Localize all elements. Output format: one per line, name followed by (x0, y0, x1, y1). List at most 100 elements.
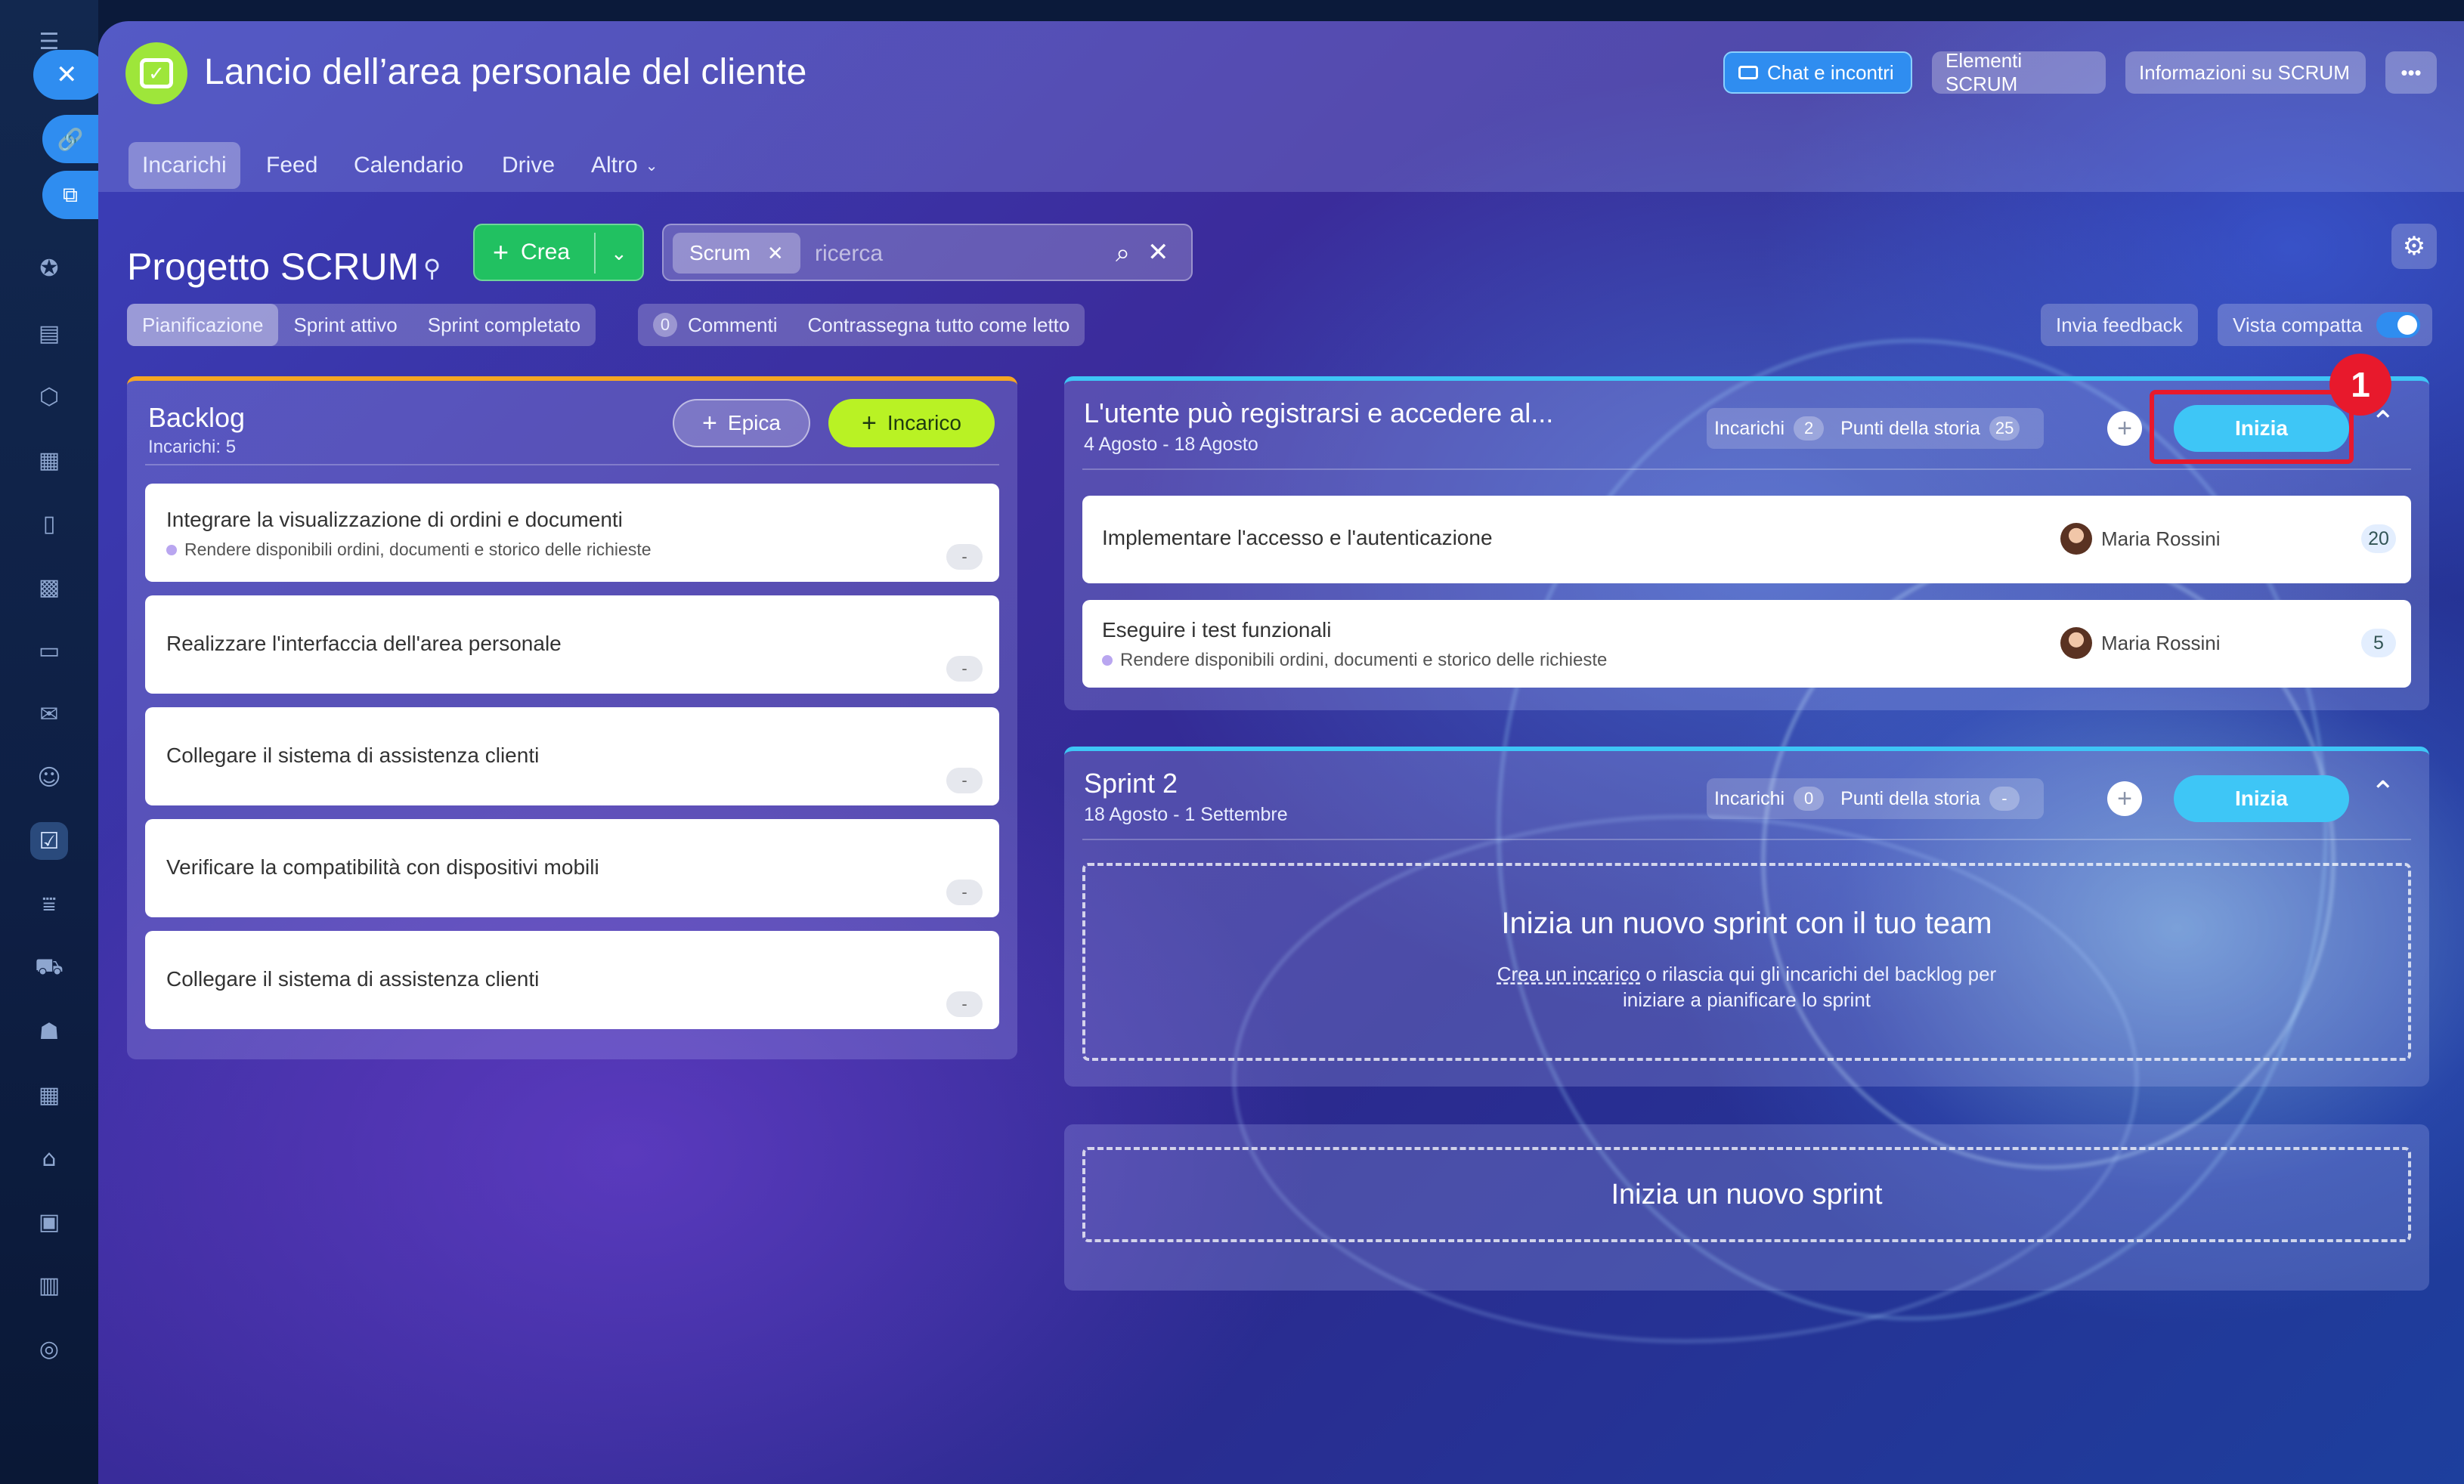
tab-drive[interactable]: Drive (502, 142, 555, 189)
backlog-column: Backlog Incarichi: 5 + Epica + Incarico … (127, 376, 1017, 1059)
compact-view-label: Vista compatta (2233, 313, 2363, 336)
chevron-down-icon[interactable]: ⌄ (611, 242, 627, 265)
search-filter-box[interactable]: Scrum ✕ ⌕ ✕ (662, 224, 1193, 281)
tab-calendario[interactable]: Calendario (354, 142, 463, 189)
sidebar-item-contacts[interactable]: ☺ (30, 759, 68, 796)
tasks-count: 2 (1794, 416, 1825, 441)
sidebar-item-bot[interactable]: ☗ (30, 1013, 68, 1050)
create-button[interactable]: + Crea ⌄ (473, 224, 644, 281)
tasks-label: Incarichi (1714, 787, 1785, 809)
story-points[interactable]: - (946, 544, 983, 570)
sidebar-item-funnel[interactable]: ⩸ (30, 886, 68, 923)
chat-meetings-button[interactable]: Chat e incontri (1723, 51, 1912, 94)
search-icon[interactable]: ⌕ (1116, 239, 1130, 268)
annotation-highlight (2150, 390, 2354, 464)
backlog-item[interactable]: Integrare la visualizzazione di ordini e… (145, 484, 999, 582)
sidebar-item-calendar[interactable]: ▦ (30, 441, 68, 479)
sidebar-item-files[interactable]: ▯ (30, 505, 68, 543)
plus-icon: + (702, 408, 717, 437)
mark-all-read-button[interactable]: Contrassegna tutto come letto (792, 304, 1085, 346)
sprint-task[interactable]: Eseguire i test funzionali Rendere dispo… (1082, 600, 2411, 688)
plus-icon: + (2117, 784, 2132, 813)
sidebar-item-chat[interactable]: ▣ (30, 1203, 68, 1241)
sprint-task[interactable]: Implementare l'accesso e l'autenticazion… (1082, 496, 2411, 583)
new-sprint-button[interactable]: Inizia un nuovo sprint (1082, 1147, 2411, 1242)
more-button[interactable]: ••• (2385, 51, 2437, 94)
view-sprint-attivo[interactable]: Sprint attivo (278, 304, 412, 346)
backlog-item[interactable]: Verificare la compatibilità con disposit… (145, 819, 999, 917)
backlog-item[interactable]: Collegare il sistema di assistenza clien… (145, 931, 999, 1029)
backlog-item[interactable]: Collegare il sistema di assistenza clien… (145, 707, 999, 805)
pin-icon[interactable]: ⚲ (423, 254, 441, 283)
sidebar-item-rocket[interactable]: ✪ (30, 249, 68, 287)
search-input[interactable] (815, 234, 1102, 274)
sidebar-item-bank[interactable]: ⌂ (30, 1139, 68, 1177)
sidebar-item-shop[interactable]: ⛟ (30, 949, 68, 987)
create-divider (594, 233, 596, 274)
scrum-info-button[interactable]: Informazioni su SCRUM (2125, 51, 2366, 94)
send-feedback-button[interactable]: Invia feedback (2041, 304, 2198, 346)
add-epic-button[interactable]: + Epica (673, 399, 810, 447)
divider (145, 464, 999, 465)
clear-search-icon[interactable]: ✕ (1147, 237, 1169, 267)
add-task-to-sprint-button[interactable]: + (2107, 781, 2142, 816)
filter-chip-label: Scrum (689, 241, 751, 264)
project-title: Lancio dell’area personale del cliente (204, 52, 807, 92)
points-count: - (1989, 787, 2020, 811)
plus-icon: + (493, 237, 509, 267)
avatar[interactable] (2060, 523, 2092, 555)
compact-view-toggle[interactable] (2376, 312, 2420, 338)
sidebar-item-library[interactable]: ▥ (30, 1266, 68, 1304)
sidebar-item-mail[interactable]: ✉ (30, 695, 68, 733)
sprint-title[interactable]: Sprint 2 (1084, 768, 1178, 799)
divider (1082, 839, 2411, 840)
scrum-project-panel: ✓ Lancio dell’area personale del cliente… (98, 21, 2464, 1484)
open-new-window-button[interactable]: ⧉ (42, 171, 98, 219)
sprint-stats: Incarichi 2 Punti della storia 25 (1707, 408, 2045, 449)
sidebar-item-documents[interactable]: ▤ (30, 314, 68, 352)
comments-button[interactable]: 0 Commenti (638, 304, 792, 346)
story-points[interactable]: - (946, 991, 983, 1017)
sidebar-item-schedule[interactable]: ▦ (30, 1076, 68, 1114)
scrum-elements-button[interactable]: Elementi SCRUM (1932, 49, 2106, 95)
add-task-button[interactable]: + Incarico (828, 399, 995, 447)
view-pianificazione[interactable]: Pianificazione (127, 304, 279, 346)
start-sprint-button[interactable]: Inizia (2174, 775, 2349, 822)
sidebar-item-settings[interactable]: ⬡ (30, 378, 68, 416)
sprint-title[interactable]: L'utente può registrarsi e accedere al..… (1084, 397, 1553, 429)
create-task-link[interactable]: Crea un incarico (1497, 963, 1640, 985)
view-sprint-completato[interactable]: Sprint completato (413, 304, 596, 346)
task-title: Integrare la visualizzazione di ordini e… (166, 508, 623, 531)
tab-label: Incarichi (142, 153, 227, 178)
close-slider-button[interactable]: ✕ (33, 50, 106, 100)
external-link-icon: ⧉ (63, 182, 78, 206)
story-points[interactable]: 20 (2361, 524, 2396, 553)
collapse-chevron-icon[interactable]: ⌃ (2370, 775, 2396, 810)
sidebar-item-tasks[interactable]: ☑ (30, 822, 68, 860)
sprint-drop-zone[interactable]: Inizia un nuovo sprint con il tuo team C… (1082, 863, 2411, 1061)
sprint-dates: 18 Agosto - 1 Settembre (1084, 804, 1288, 825)
divider (1082, 468, 2411, 470)
story-points[interactable]: - (946, 768, 983, 793)
remove-filter-icon[interactable]: ✕ (767, 242, 784, 265)
chat-meetings-label: Chat e incontri (1767, 60, 1894, 84)
avatar[interactable] (2060, 627, 2092, 659)
add-task-to-sprint-button[interactable]: + (2107, 411, 2142, 446)
settings-gear-button[interactable]: ⚙ (2391, 224, 2437, 269)
tab-altro[interactable]: Altro ⌄ (591, 142, 658, 189)
sidebar-item-more[interactable]: ◎ (30, 1330, 68, 1368)
tab-feed[interactable]: Feed (266, 142, 317, 189)
filter-chip-scrum[interactable]: Scrum ✕ (673, 233, 800, 274)
sidebar-item-storage[interactable]: ▭ (30, 632, 68, 669)
backlog-item[interactable]: Realizzare l'interfaccia dell'area perso… (145, 595, 999, 694)
tab-label: Calendario (354, 153, 464, 178)
copy-link-button[interactable]: 🔗 (42, 115, 98, 163)
collapse-chevron-icon[interactable]: ⌃ (2370, 405, 2396, 440)
tab-incarichi[interactable]: Incarichi (128, 142, 240, 189)
story-points[interactable]: - (946, 656, 983, 682)
task-title: Eseguire i test funzionali (1102, 618, 1332, 642)
story-points[interactable]: 5 (2361, 629, 2396, 657)
sidebar-item-boards[interactable]: ▩ (30, 568, 68, 606)
add-task-label: Incarico (887, 411, 961, 434)
story-points[interactable]: - (946, 880, 983, 905)
